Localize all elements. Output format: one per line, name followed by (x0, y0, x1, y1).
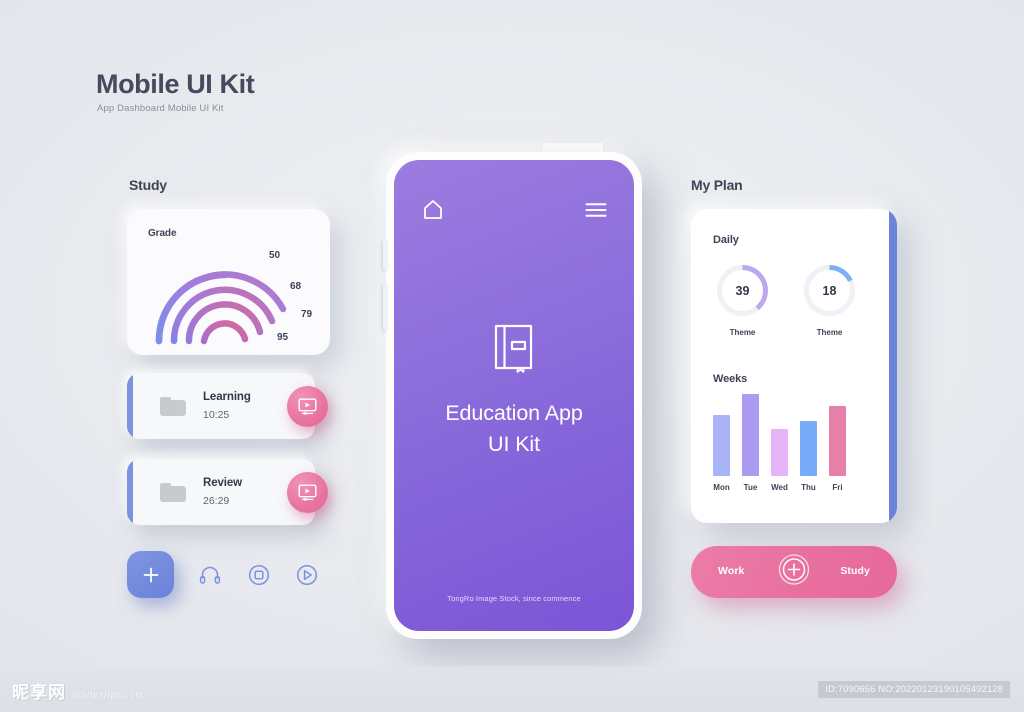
bar (742, 394, 759, 476)
bar (829, 406, 846, 476)
bar (713, 415, 730, 476)
watermark-id-badge: ID:7090656 NO:20220123190105492128 (818, 681, 1010, 698)
folder-icon (160, 483, 186, 502)
page-background: Mobile UI Kit App Dashboard Mobile UI Ki… (0, 0, 1024, 712)
grade-value-0: 50 (269, 250, 281, 261)
donut-value: 39 (735, 284, 750, 298)
phone-side-button-upper[interactable] (383, 240, 387, 270)
donut-chart: 18 Theme (801, 262, 858, 337)
bar-label: Mon (713, 483, 730, 492)
bar-label: Tue (743, 483, 758, 492)
phone-title: Education App UI Kit (394, 398, 634, 460)
play-circle-icon (296, 564, 318, 586)
folder-icon (160, 397, 186, 416)
page-title: Mobile UI Kit (96, 69, 255, 99)
play-button[interactable] (294, 562, 320, 588)
donut-value: 18 (822, 284, 837, 298)
watermark-url: www.nipic.cn (72, 686, 142, 701)
list-item[interactable]: Learning 10:25 (127, 373, 328, 439)
bar-label: Fri (832, 483, 843, 492)
donut-label: Theme (729, 328, 756, 337)
video-play-icon (298, 484, 317, 501)
add-button[interactable] (127, 551, 174, 598)
study-section-heading: Study (129, 177, 167, 193)
daily-label: Daily (713, 234, 739, 246)
list-item[interactable]: Review 26:29 (127, 459, 328, 525)
video-play-button[interactable] (287, 386, 328, 427)
grade-value-1: 68 (290, 281, 302, 292)
hamburger-menu-icon (585, 203, 607, 217)
donut-label: Theme (816, 328, 843, 337)
bar (771, 428, 788, 476)
page-subtitle: App Dashboard Mobile UI Kit (97, 103, 224, 114)
donut-chart: 39 Theme (714, 262, 771, 337)
weeks-bar-chart: Mon Tue Wed Thu Fri (713, 394, 863, 494)
plus-circle-icon (778, 554, 810, 585)
watermark-logo-text: 昵享网 (12, 683, 66, 703)
book-logo (493, 323, 535, 378)
home-button[interactable] (421, 198, 445, 225)
book-icon (494, 324, 533, 373)
headphones-icon (199, 566, 221, 584)
work-label[interactable]: Work (718, 565, 744, 577)
list-item-time: 26:29 (203, 495, 230, 507)
home-icon (424, 200, 442, 219)
phone-title-line2: UI Kit (488, 432, 540, 456)
grade-gauge-chart (155, 271, 287, 345)
grade-value-3: 95 (277, 332, 289, 343)
bar (800, 420, 817, 476)
stop-button[interactable] (246, 562, 272, 588)
phone-footer-text: TongRo Image Stock, since commence (447, 594, 581, 603)
plan-card: Daily 39 Theme 18 Theme Weeks Mon Tue We… (691, 209, 897, 523)
phone-frame: Education App UI Kit TongRo Image Stock,… (383, 152, 642, 639)
watermark-bar: 昵享网 www.nipic.cn ID:7090656 NO:202201231… (0, 666, 1024, 712)
video-play-button[interactable] (287, 472, 328, 513)
stop-circle-icon (248, 564, 270, 586)
headphones-button[interactable] (197, 562, 223, 588)
add-plan-button[interactable] (778, 554, 810, 591)
list-item-time: 10:25 (203, 409, 230, 421)
bar-label: Wed (771, 483, 788, 492)
list-item-title: Learning (203, 391, 251, 403)
weeks-label: Weeks (713, 373, 748, 385)
plus-icon (143, 567, 158, 582)
grade-card: Grade 50 68 79 95 (127, 209, 330, 355)
grade-value-2: 79 (301, 309, 313, 320)
study-label[interactable]: Study (840, 565, 870, 577)
hamburger-menu-button[interactable] (585, 202, 607, 223)
list-item-title: Review (203, 477, 243, 489)
work-study-toggle[interactable]: Work Study (691, 546, 897, 598)
phone-side-button-lower[interactable] (383, 284, 387, 330)
bar-label: Thu (801, 483, 816, 492)
video-play-icon (298, 398, 317, 415)
watermark-logo: 昵享网 www.nipic.cn (12, 678, 142, 703)
phone-title-line1: Education App (445, 401, 583, 425)
phone-screen: Education App UI Kit TongRo Image Stock,… (394, 160, 634, 631)
plan-section-heading: My Plan (691, 177, 743, 193)
